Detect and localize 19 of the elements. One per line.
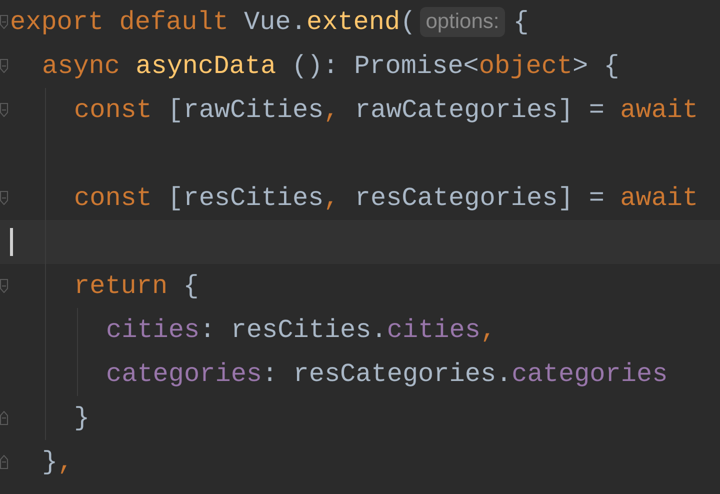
code-text: async asyncData (): Promise<object> { <box>42 51 620 81</box>
code-text: const [rawCities, rawCategories] = await <box>74 95 698 125</box>
code-text: cities: resCities.cities, <box>106 315 496 345</box>
code-text: { <box>513 7 529 37</box>
code-text: return { <box>74 271 199 301</box>
text-caret <box>10 228 13 256</box>
code-text: categories: resCategories.categories <box>106 359 668 389</box>
fold-marker-icon[interactable] <box>0 103 8 117</box>
parameter-hint: options: <box>420 7 506 37</box>
fold-marker-icon[interactable] <box>0 455 8 469</box>
code-text: const [resCities, resCategories] = await <box>74 183 698 213</box>
code-text: } <box>74 403 90 433</box>
fold-marker-icon[interactable] <box>0 15 8 29</box>
fold-marker-icon[interactable] <box>0 59 8 73</box>
fold-marker-icon[interactable] <box>0 191 8 205</box>
code-text: }, <box>42 447 74 477</box>
fold-marker-icon[interactable] <box>0 411 8 425</box>
code-text: export default Vue.extend( <box>10 7 416 37</box>
fold-marker-icon[interactable] <box>0 279 8 293</box>
